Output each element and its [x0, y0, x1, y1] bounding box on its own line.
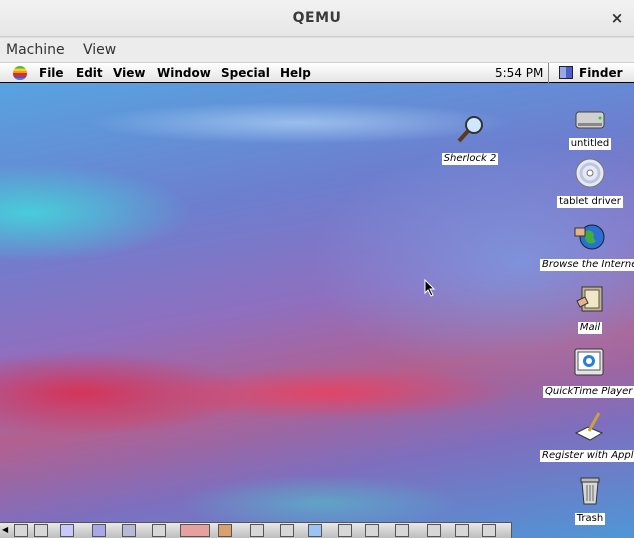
strip-web-sharing-icon[interactable] — [427, 524, 441, 537]
qemu-menubar: Machine View — [0, 38, 634, 63]
strip-keychain-icon[interactable] — [152, 524, 166, 537]
mail-icon — [574, 283, 606, 315]
globe-icon — [573, 220, 605, 252]
icon-label: Browse the Interne — [540, 259, 634, 271]
icon-label: Sherlock 2 — [441, 153, 499, 165]
strip-speech-icon[interactable] — [395, 524, 409, 537]
icon-label: Register with Appl — [540, 450, 634, 462]
strip-tab-icon[interactable] — [482, 524, 496, 537]
control-strip[interactable]: ◀ — [0, 522, 512, 538]
desktop-icon-browse-internet[interactable]: Browse the Interne — [540, 220, 634, 271]
desktop-icon-mail[interactable]: Mail — [565, 283, 615, 334]
icon-label: untitled — [568, 138, 612, 150]
mac-menu-file[interactable]: File — [39, 66, 64, 80]
icon-label: Trash — [574, 513, 606, 525]
strip-monitor-icon[interactable] — [218, 524, 232, 537]
mac-menu-view[interactable]: View — [113, 66, 145, 80]
apple-menu-icon[interactable] — [13, 66, 27, 80]
strip-location-icon[interactable] — [180, 524, 210, 537]
macos-menubar: File Edit View Window Special Help 5:54 … — [0, 63, 634, 83]
strip-sound-volume-icon[interactable] — [365, 524, 379, 537]
strip-collapse-icon[interactable]: ◀ — [2, 525, 8, 534]
cd-icon — [574, 157, 606, 189]
desktop-icon-sherlock[interactable]: Sherlock 2 — [440, 114, 500, 165]
mac-menu-help[interactable]: Help — [280, 66, 311, 80]
menubar-separator — [548, 63, 549, 83]
menu-machine[interactable]: Machine — [6, 42, 65, 58]
trash-icon — [574, 474, 606, 506]
guest-screen[interactable]: File Edit View Window Special Help 5:54 … — [0, 63, 634, 538]
application-menu[interactable]: Finder — [579, 66, 623, 80]
hard-disk-icon — [574, 109, 606, 131]
menu-view[interactable]: View — [83, 42, 116, 58]
quicktime-icon — [573, 347, 605, 379]
strip-desktop-icon[interactable] — [455, 524, 469, 537]
strip-remote-access-icon[interactable] — [338, 524, 352, 537]
mac-menu-edit[interactable]: Edit — [76, 66, 103, 80]
desktop-icon-tablet-driver[interactable]: tablet driver — [555, 157, 625, 208]
register-icon — [573, 411, 605, 443]
strip-sleep-icon[interactable] — [92, 524, 106, 537]
strip-appletalk-icon[interactable] — [14, 524, 28, 537]
strip-bit-depth-icon[interactable] — [250, 524, 264, 537]
icon-label: tablet driver — [557, 196, 623, 208]
desktop-background[interactable] — [0, 63, 634, 538]
desktop-icon-quicktime[interactable]: QuickTime Player — [543, 347, 634, 398]
icon-label: QuickTime Player — [543, 386, 634, 398]
strip-file-sharing-icon[interactable] — [122, 524, 136, 537]
window-title: QEMU — [292, 10, 342, 26]
menubar-clock[interactable]: 5:54 PM — [495, 66, 543, 80]
strip-cd-icon[interactable] — [34, 524, 48, 537]
mac-menu-special[interactable]: Special — [221, 66, 270, 80]
mac-menu-window[interactable]: Window — [157, 66, 211, 80]
desktop-icon-trash[interactable]: Trash — [565, 474, 615, 525]
close-button[interactable]: × — [608, 9, 626, 27]
strip-dial-icon[interactable] — [60, 524, 74, 537]
desktop-icon-untitled[interactable]: untitled — [560, 105, 620, 150]
desktop-icon-register[interactable]: Register with Appl — [540, 411, 634, 462]
strip-quicktime-icon[interactable] — [308, 524, 322, 537]
finder-icon — [559, 66, 573, 79]
strip-printer-icon[interactable] — [280, 524, 294, 537]
icon-label: Mail — [577, 322, 603, 334]
mouse-cursor-icon — [424, 278, 436, 301]
magnifier-icon — [454, 114, 486, 146]
qemu-titlebar: QEMU × — [0, 0, 634, 37]
